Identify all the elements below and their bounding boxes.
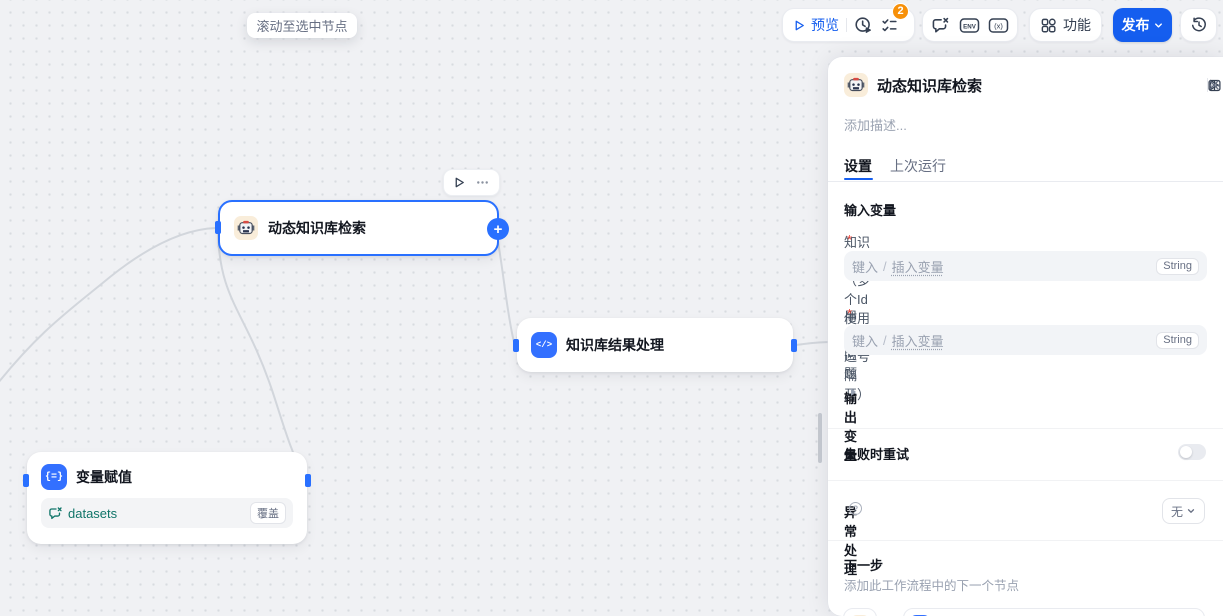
- next-node-chip[interactable]: </>: [903, 608, 1205, 616]
- node-variable-assigner[interactable]: {=} 变量赋值 datasets 覆盖: [27, 452, 307, 544]
- features-button[interactable]: [1040, 17, 1057, 34]
- close-icon[interactable]: [1207, 78, 1221, 92]
- panel-header: 动态知识库检索: [844, 71, 1207, 99]
- datasets-variable-input[interactable]: 键入 / 插入变量 String: [844, 251, 1207, 281]
- tabs-divider: [828, 181, 1223, 182]
- placeholder-insert-variable[interactable]: 插入变量: [892, 257, 944, 276]
- node-action-bar: [443, 169, 500, 196]
- node-title: 动态知识库检索: [268, 218, 366, 238]
- assigner-node-icon: {=}: [41, 464, 67, 490]
- preview-label: 预览: [811, 15, 839, 35]
- play-icon: [793, 19, 806, 32]
- environment-variables-button[interactable]: ENV: [959, 17, 980, 34]
- retry-toggle[interactable]: [1178, 444, 1206, 460]
- conversation-variables-button[interactable]: [931, 16, 950, 35]
- tab-settings[interactable]: 设置: [844, 156, 872, 176]
- section-divider: [828, 428, 1223, 429]
- write-mode-badge: 覆盖: [250, 502, 286, 524]
- required-asterisk: *: [847, 306, 852, 321]
- node-dynamic-kb-retrieval[interactable]: 动态知识库检索 +: [218, 200, 499, 256]
- version-history-icon: [1190, 16, 1208, 34]
- workflow-editor: 滚动至选中节点 预览 2 ENV: [0, 0, 1223, 616]
- tab-last-run[interactable]: 上次运行: [890, 156, 946, 176]
- toolbar-run-group: 预览 2: [782, 8, 915, 42]
- active-tab-underline: [844, 178, 873, 180]
- input-handle[interactable]: [215, 221, 221, 234]
- placeholder-type: 键入: [852, 257, 878, 276]
- checklist-button[interactable]: 2: [880, 16, 899, 35]
- section-divider: [828, 480, 1223, 481]
- assigned-variable-row[interactable]: datasets 覆盖: [41, 498, 293, 528]
- tooltip-text: 滚动至选中节点: [256, 16, 347, 35]
- input-vars-heading: 输入变量: [844, 200, 896, 219]
- toggle-knob: [1180, 446, 1192, 458]
- section-divider: [828, 540, 1223, 541]
- current-node-chip[interactable]: [843, 608, 877, 616]
- checklist-count-badge: 2: [892, 3, 909, 20]
- variable-icon-label: (x): [994, 21, 1003, 30]
- toolbar-divider: [846, 18, 847, 32]
- node-run-icon[interactable]: [453, 176, 466, 189]
- node-kb-result-processor[interactable]: </> 知识库结果处理: [517, 318, 793, 372]
- next-step-heading: 下一步: [844, 555, 883, 574]
- variable-icon: (x): [988, 17, 1009, 34]
- output-handle[interactable]: [305, 474, 311, 487]
- error-handling-value: 无: [1171, 503, 1183, 520]
- preview-button[interactable]: 预览: [793, 15, 839, 35]
- env-icon: ENV: [959, 17, 980, 34]
- retry-label: 失败时重试: [844, 444, 909, 463]
- input-handle[interactable]: [513, 339, 519, 352]
- toolbar-history-group: [1180, 8, 1217, 42]
- type-badge-string: String: [1156, 332, 1199, 349]
- features-icon: [1040, 17, 1057, 34]
- panel-title: 动态知识库检索: [877, 75, 1198, 96]
- next-step-description: 添加此工作流程中的下一个节点: [844, 575, 1019, 594]
- node-more-icon[interactable]: [475, 175, 490, 190]
- help-icon[interactable]: ?: [849, 502, 862, 515]
- env-icon-label: ENV: [963, 23, 977, 30]
- toolbar-variables-group: ENV (x): [922, 8, 1018, 42]
- node-config-panel: 动态知识库检索 添加描述... 设置 上次运行 输入变量 知识库集（多个Id使用…: [828, 57, 1223, 616]
- input-handle[interactable]: [23, 474, 29, 487]
- code-node-icon: </>: [531, 332, 557, 358]
- error-handling-select[interactable]: 无: [1162, 498, 1205, 524]
- required-asterisk: *: [847, 232, 852, 247]
- chevron-down-icon: [1186, 506, 1196, 516]
- placeholder-insert-variable[interactable]: 插入变量: [892, 331, 944, 350]
- scroll-to-node-tooltip: 滚动至选中节点: [247, 13, 357, 38]
- features-label[interactable]: 功能: [1063, 15, 1091, 35]
- placeholder-slash: /: [883, 333, 887, 348]
- add-next-node-button[interactable]: +: [487, 218, 509, 240]
- placeholder-slash: /: [883, 259, 887, 274]
- publish-label: 发布: [1122, 15, 1150, 35]
- robot-node-icon: [844, 73, 868, 97]
- description-placeholder[interactable]: 添加描述...: [844, 115, 907, 134]
- canvas-scrollbar[interactable]: [818, 413, 822, 463]
- node-title: 变量赋值: [76, 467, 132, 487]
- node-title: 知识库结果处理: [566, 335, 664, 355]
- plus-icon: +: [494, 221, 503, 238]
- clock-play-icon: [854, 16, 873, 35]
- toolbar-features-group: 功能: [1029, 8, 1102, 42]
- chevron-down-icon: [1153, 20, 1164, 31]
- variable-inspector-button[interactable]: (x): [988, 17, 1009, 34]
- version-history-button[interactable]: [1190, 16, 1208, 34]
- user-question-variable-input[interactable]: 键入 / 插入变量 String: [844, 325, 1207, 355]
- publish-button[interactable]: 发布: [1113, 8, 1172, 42]
- collapse-arrow-icon: [851, 388, 856, 396]
- chat-variable-icon: [48, 506, 63, 521]
- output-handle[interactable]: [791, 339, 797, 352]
- placeholder-type: 键入: [852, 331, 878, 350]
- robot-node-icon: [234, 216, 258, 240]
- run-history-button[interactable]: [854, 16, 873, 35]
- variable-name: datasets: [68, 506, 245, 521]
- type-badge-string: String: [1156, 258, 1199, 275]
- chat-variable-icon: [931, 16, 950, 35]
